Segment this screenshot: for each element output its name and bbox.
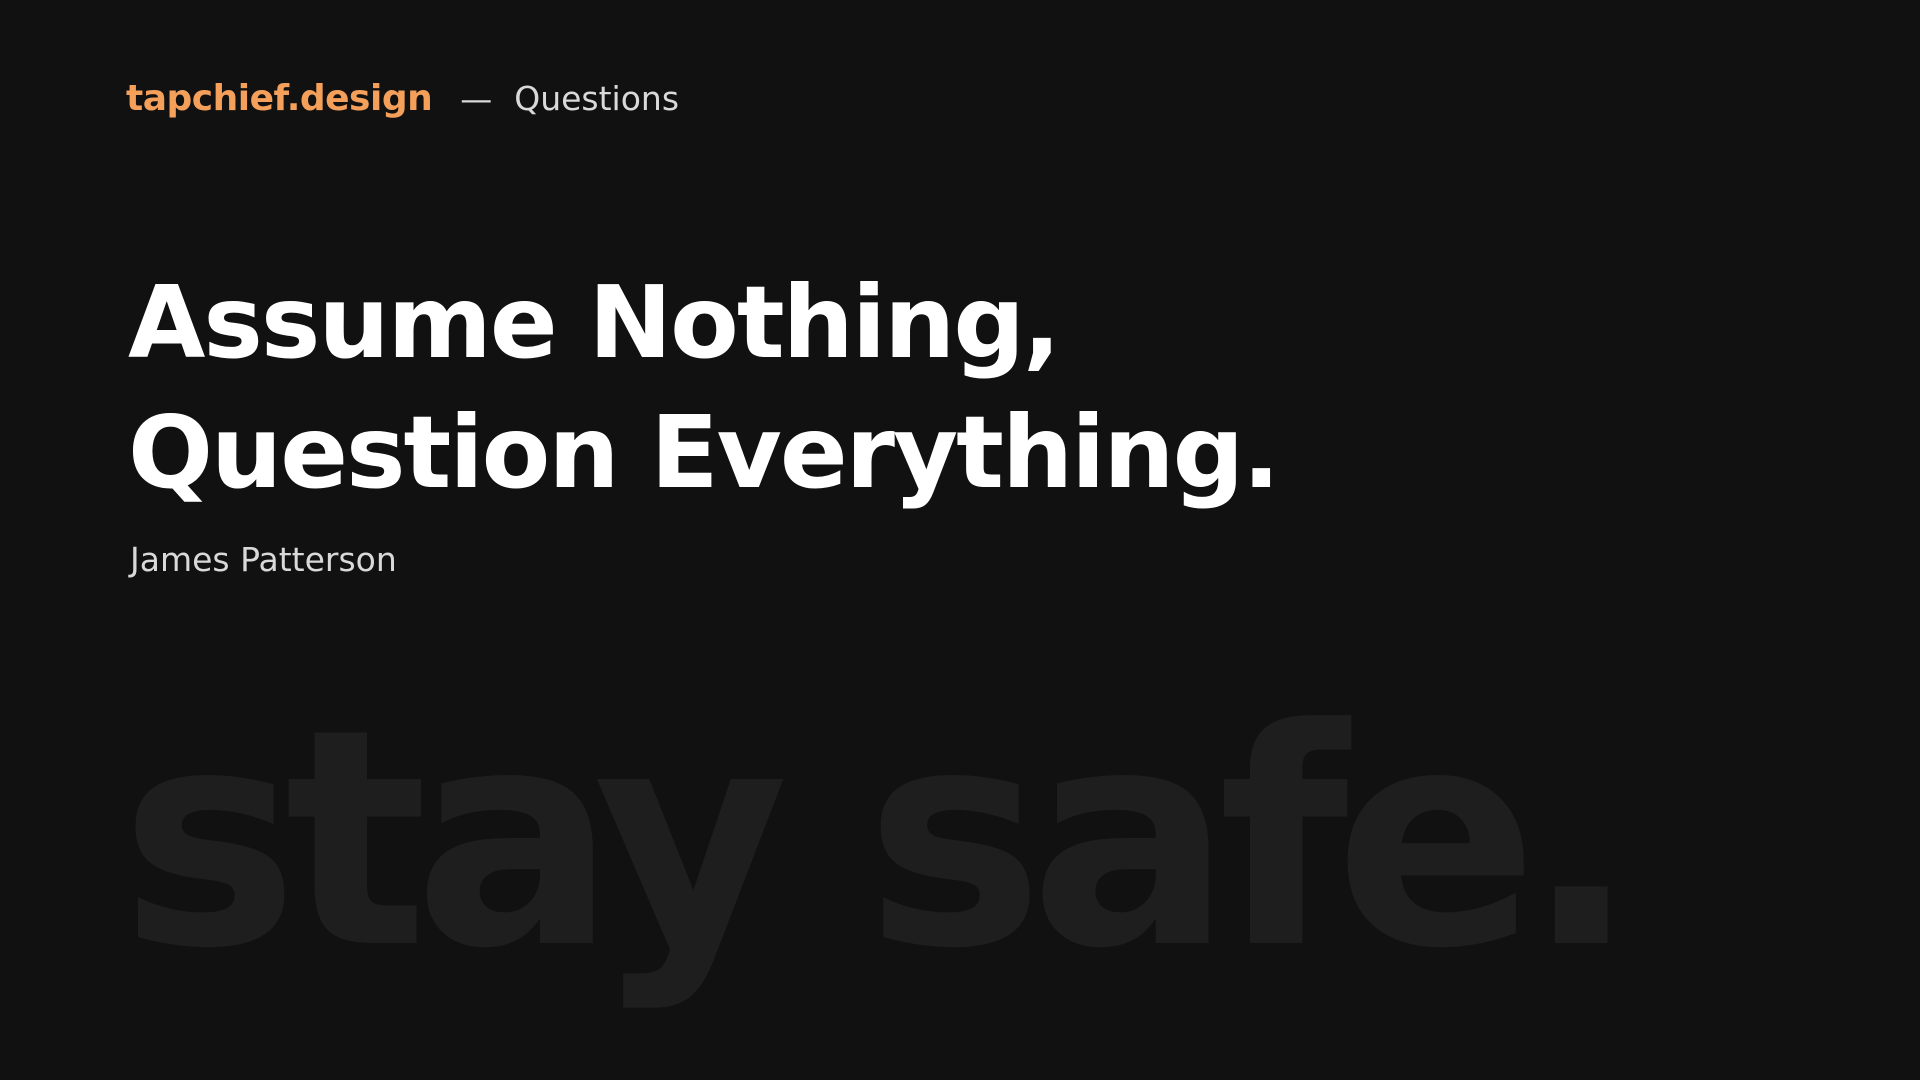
- brand-logo-text: tapchief.design: [126, 78, 433, 119]
- quote-author: James Patterson: [130, 540, 397, 579]
- quote-headline: Assume Nothing, Question Everything.: [128, 258, 1280, 518]
- quote-line-1: Assume Nothing,: [128, 264, 1061, 381]
- background-watermark-text: stay safe.: [120, 665, 1638, 1014]
- header: tapchief.design — Questions: [126, 78, 679, 119]
- header-separator: —: [460, 79, 493, 118]
- section-title: Questions: [514, 79, 680, 118]
- slide: stay safe. tapchief.design — Questions A…: [0, 0, 1920, 1080]
- quote-line-2: Question Everything.: [128, 394, 1280, 511]
